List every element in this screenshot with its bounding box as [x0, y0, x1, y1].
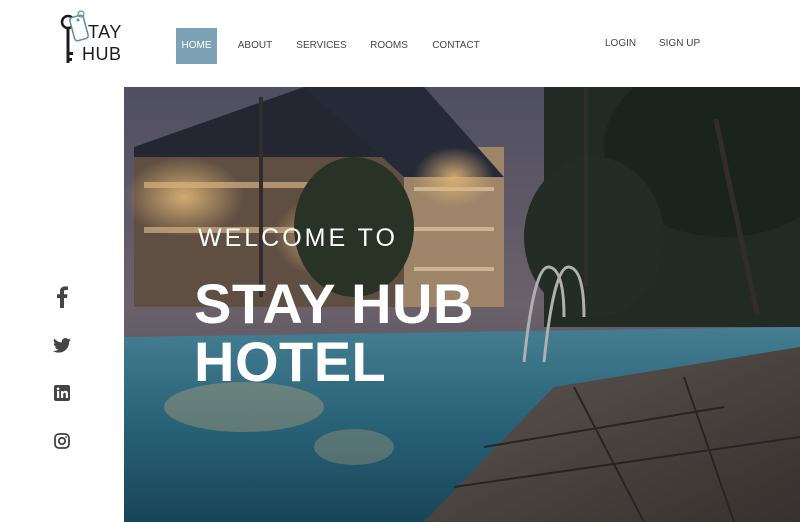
hero-title: STAY HUB HOTEL: [194, 275, 474, 391]
logo[interactable]: TAY HUB: [58, 10, 138, 70]
brand-line2: HUB: [82, 44, 122, 64]
hero-banner: WELCOME TO STAY HUB HOTEL: [124, 87, 800, 522]
social-sidebar: [0, 87, 124, 522]
login-link[interactable]: LOGIN: [605, 38, 636, 49]
site-header: TAY HUB HOME ABOUT SERVICES ROOMS CONTAC…: [0, 0, 800, 87]
nav-services[interactable]: SERVICES: [294, 28, 349, 64]
nav-rooms[interactable]: ROOMS: [366, 28, 412, 64]
hero-welcome: WELCOME TO: [198, 224, 398, 252]
nav-home[interactable]: HOME: [176, 28, 217, 64]
linkedin-icon[interactable]: [50, 381, 74, 405]
signup-link[interactable]: SIGN UP: [659, 38, 700, 49]
instagram-icon[interactable]: [50, 429, 74, 453]
nav-about[interactable]: ABOUT: [234, 28, 276, 64]
hero-title-line1: STAY HUB: [194, 272, 474, 335]
nav-contact[interactable]: CONTACT: [430, 28, 482, 64]
facebook-icon[interactable]: [50, 285, 74, 309]
hero-title-line2: HOTEL: [194, 330, 387, 393]
twitter-icon[interactable]: [50, 333, 74, 357]
brand-line1: TAY: [88, 22, 122, 42]
